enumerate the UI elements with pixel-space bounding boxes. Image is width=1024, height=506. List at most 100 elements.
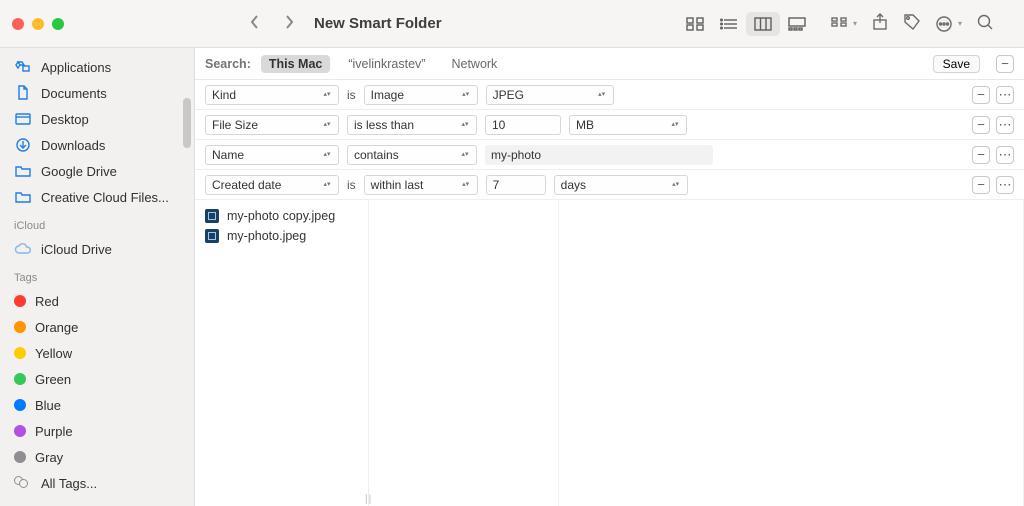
tag-dot-icon bbox=[14, 295, 26, 307]
scope-this-mac[interactable]: This Mac bbox=[261, 55, 331, 73]
add-criterion-button[interactable]: ⋯ bbox=[996, 146, 1014, 164]
sidebar-label: Gray bbox=[35, 450, 63, 465]
criteria-row: Name▴▾ contains▴▾ − ⋯ bbox=[195, 140, 1024, 170]
view-list-button[interactable] bbox=[712, 12, 746, 36]
save-button[interactable]: Save bbox=[933, 55, 980, 73]
tags-button[interactable] bbox=[903, 13, 921, 34]
sidebar-label: Red bbox=[35, 294, 59, 309]
comparison-select[interactable]: is less than▴▾ bbox=[347, 115, 477, 135]
attribute-select[interactable]: Name▴▾ bbox=[205, 145, 339, 165]
sidebar-tag-blue[interactable]: Blue bbox=[0, 392, 194, 418]
sidebar-section-icloud: iCloud bbox=[0, 210, 194, 236]
downloads-icon bbox=[14, 138, 32, 152]
sidebar-label: Applications bbox=[41, 60, 111, 75]
criteria-row: File Size▴▾ is less than▴▾ MB▴▾ − ⋯ bbox=[195, 110, 1024, 140]
chevron-down-icon: ▾ bbox=[958, 19, 962, 28]
all-tags-icon bbox=[14, 476, 32, 490]
remove-criterion-button[interactable]: − bbox=[972, 146, 990, 164]
close-window-button[interactable] bbox=[12, 18, 24, 30]
sidebar-tag-green[interactable]: Green bbox=[0, 366, 194, 392]
tag-dot-icon bbox=[14, 451, 26, 463]
search-label: Search: bbox=[205, 57, 251, 71]
jpeg-thumbnail-icon bbox=[205, 229, 219, 243]
nav-forward-button[interactable] bbox=[282, 12, 296, 35]
cloud-icon bbox=[14, 242, 32, 256]
results-column[interactable]: my-photo copy.jpeg my-photo.jpeg bbox=[195, 200, 369, 506]
view-icons-button[interactable] bbox=[678, 12, 712, 36]
sidebar-label: Documents bbox=[41, 86, 107, 101]
tag-dot-icon bbox=[14, 425, 26, 437]
sidebar-label: Downloads bbox=[41, 138, 105, 153]
sidebar-item-icloud-drive[interactable]: iCloud Drive bbox=[0, 236, 194, 262]
folder-icon bbox=[14, 190, 32, 204]
remove-criterion-button[interactable]: − bbox=[972, 86, 990, 104]
value-select[interactable]: within last▴▾ bbox=[364, 175, 478, 195]
value-input[interactable] bbox=[485, 145, 713, 165]
sidebar-label: Orange bbox=[35, 320, 78, 335]
sidebar-item-documents[interactable]: Documents bbox=[0, 80, 194, 106]
criteria-join: is bbox=[347, 88, 356, 102]
criteria-row: Kind▴▾ is Image▴▾ JPEG▴▾ − ⋯ bbox=[195, 80, 1024, 110]
column-resize-handle[interactable]: || bbox=[365, 494, 372, 505]
tag-dot-icon bbox=[14, 347, 26, 359]
sidebar-item-desktop[interactable]: Desktop bbox=[0, 106, 194, 132]
sidebar-all-tags[interactable]: All Tags... bbox=[0, 470, 194, 496]
minimize-window-button[interactable] bbox=[32, 18, 44, 30]
sidebar-section-tags: Tags bbox=[0, 262, 194, 288]
value-select-2[interactable]: JPEG▴▾ bbox=[486, 85, 614, 105]
attribute-select[interactable]: Kind▴▾ bbox=[205, 85, 339, 105]
scope-network[interactable]: Network bbox=[443, 55, 505, 73]
sidebar-item-creative-cloud[interactable]: Creative Cloud Files... bbox=[0, 184, 194, 210]
share-button[interactable] bbox=[871, 13, 889, 34]
value-input[interactable] bbox=[486, 175, 546, 195]
scope-user[interactable]: “ivelinkrastev” bbox=[340, 55, 433, 73]
sidebar-item-google-drive[interactable]: Google Drive bbox=[0, 158, 194, 184]
zoom-window-button[interactable] bbox=[52, 18, 64, 30]
unit-select[interactable]: days▴▾ bbox=[554, 175, 688, 195]
remove-criterion-button[interactable]: − bbox=[972, 116, 990, 134]
criteria-join: is bbox=[347, 178, 356, 192]
tag-dot-icon bbox=[14, 321, 26, 333]
file-name: my-photo.jpeg bbox=[227, 229, 306, 243]
sidebar-item-applications[interactable]: Applications bbox=[0, 54, 194, 80]
document-icon bbox=[14, 86, 32, 100]
view-columns-button[interactable] bbox=[746, 12, 780, 36]
sidebar-tag-yellow[interactable]: Yellow bbox=[0, 340, 194, 366]
sidebar-label: Google Drive bbox=[41, 164, 117, 179]
attribute-select[interactable]: Created date▴▾ bbox=[205, 175, 339, 195]
sidebar-label: Green bbox=[35, 372, 71, 387]
search-button[interactable] bbox=[976, 13, 994, 34]
sidebar-label: Yellow bbox=[35, 346, 72, 361]
action-menu-button[interactable]: ▾ bbox=[935, 15, 962, 33]
add-criterion-button[interactable]: ⋯ bbox=[996, 116, 1014, 134]
sidebar-label: Desktop bbox=[41, 112, 89, 127]
unit-select[interactable]: MB▴▾ bbox=[569, 115, 687, 135]
results-column[interactable] bbox=[369, 200, 559, 506]
group-by-button[interactable]: ▾ bbox=[830, 15, 857, 33]
sidebar-scrollbar[interactable] bbox=[183, 98, 191, 148]
jpeg-thumbnail-icon bbox=[205, 209, 219, 223]
value-select[interactable]: Image▴▾ bbox=[364, 85, 478, 105]
nav-back-button[interactable] bbox=[248, 12, 262, 35]
results-column[interactable] bbox=[559, 200, 1024, 506]
sidebar-tag-purple[interactable]: Purple bbox=[0, 418, 194, 444]
add-criterion-button[interactable]: ⋯ bbox=[996, 86, 1014, 104]
remove-criterion-button[interactable]: − bbox=[972, 176, 990, 194]
sidebar-label: Purple bbox=[35, 424, 73, 439]
sidebar-tag-red[interactable]: Red bbox=[0, 288, 194, 314]
remove-rule-button[interactable]: − bbox=[996, 55, 1014, 73]
sidebar-label: Creative Cloud Files... bbox=[41, 190, 169, 205]
attribute-select[interactable]: File Size▴▾ bbox=[205, 115, 339, 135]
file-name: my-photo copy.jpeg bbox=[227, 209, 335, 223]
sidebar-item-downloads[interactable]: Downloads bbox=[0, 132, 194, 158]
sidebar-label: Blue bbox=[35, 398, 61, 413]
value-input[interactable] bbox=[485, 115, 561, 135]
file-item[interactable]: my-photo.jpeg bbox=[195, 226, 368, 246]
sidebar-tag-orange[interactable]: Orange bbox=[0, 314, 194, 340]
comparison-select[interactable]: contains▴▾ bbox=[347, 145, 477, 165]
search-scope-bar: Search: This Mac “ivelinkrastev” Network… bbox=[195, 48, 1024, 80]
file-item[interactable]: my-photo copy.jpeg bbox=[195, 206, 368, 226]
view-gallery-button[interactable] bbox=[780, 12, 814, 36]
add-criterion-button[interactable]: ⋯ bbox=[996, 176, 1014, 194]
sidebar-tag-gray[interactable]: Gray bbox=[0, 444, 194, 470]
